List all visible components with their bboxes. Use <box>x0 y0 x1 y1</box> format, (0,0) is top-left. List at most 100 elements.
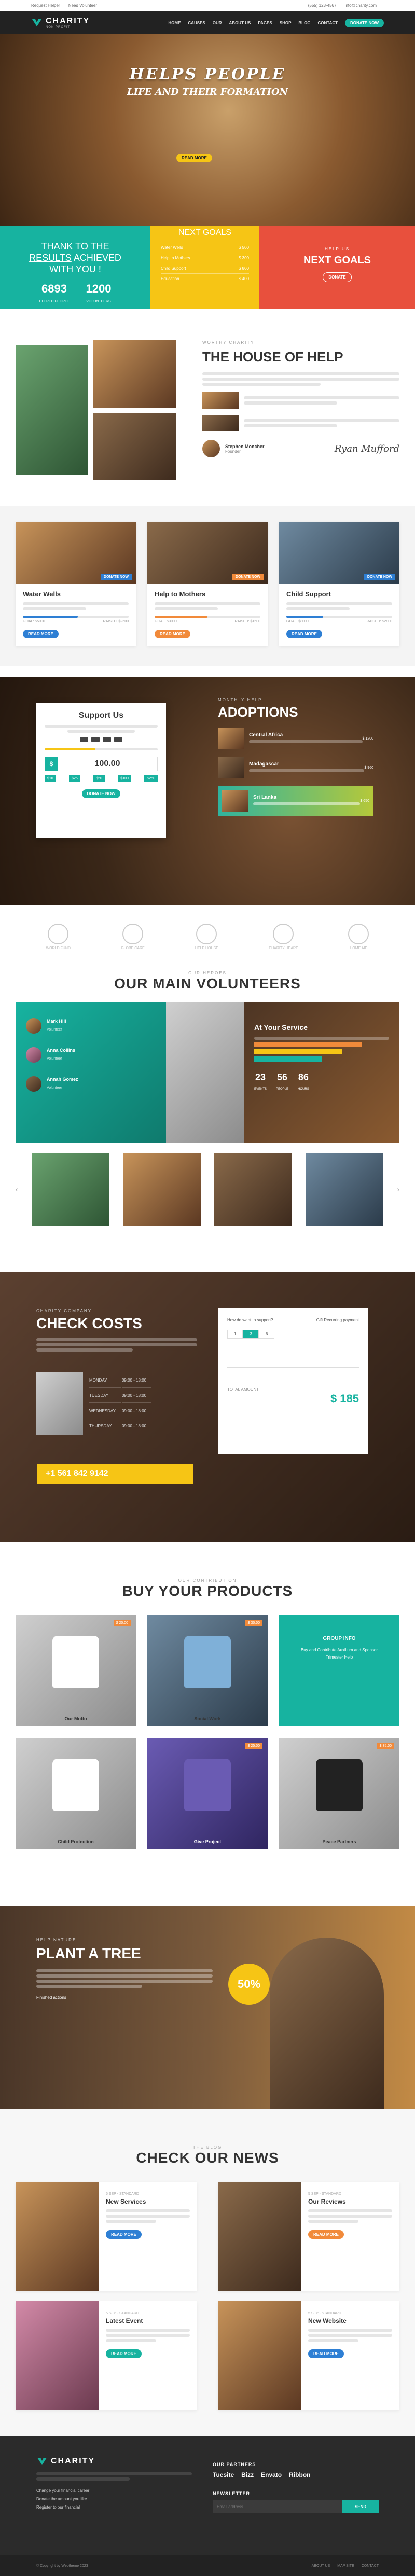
cause-card[interactable]: DONATE NOW Help to Mothers GOAL: $3000 RA… <box>147 522 268 646</box>
period-option[interactable]: 1 <box>227 1330 243 1339</box>
partner-logo[interactable]: WORLD FUND <box>46 924 71 950</box>
footer-link[interactable]: Change your financial career <box>36 2487 192 2495</box>
cause-tag[interactable]: DONATE NOW <box>364 574 395 580</box>
preset-amount[interactable]: $10 <box>45 775 56 782</box>
post-read-more-button[interactable]: READ MORE <box>308 2230 344 2239</box>
post-title[interactable]: Our Reviews <box>308 2198 392 2205</box>
product-card[interactable]: $ 30.00 Social Work <box>147 1615 268 1726</box>
partner-logo[interactable]: HOME AID <box>348 924 369 950</box>
product-label[interactable]: Social Work <box>147 1716 268 1721</box>
site-logo[interactable]: CHARITY NON PROFIT <box>31 17 90 29</box>
email-text[interactable]: info@charity.com <box>345 3 377 8</box>
footer-logo[interactable]: CHARITY <box>36 2457 192 2466</box>
cause-card[interactable]: DONATE NOW Water Wells GOAL: $5000 RAISED… <box>16 522 136 646</box>
help-donate-button[interactable]: DONATE <box>323 272 352 282</box>
footer-partner-logo[interactable]: Tuesite <box>213 2471 234 2478</box>
post-read-more-button[interactable]: READ MORE <box>106 2349 142 2358</box>
product-card[interactable]: $ 25.00 Give Project <box>147 1738 268 1849</box>
request-helper-link[interactable]: Request Helper <box>31 3 60 8</box>
preset-amount[interactable]: $250 <box>144 775 158 782</box>
goal-item[interactable]: Water Wells $ 500 <box>161 243 249 253</box>
partner-logo[interactable]: HELP HOUSE <box>195 924 218 950</box>
adoption-item[interactable]: Central Africa $ 1200 <box>218 728 374 749</box>
nav-blog[interactable]: BLOG <box>298 21 310 25</box>
newsletter-input[interactable] <box>213 2500 342 2513</box>
card-icon[interactable] <box>103 737 111 742</box>
cause-title[interactable]: Water Wells <box>23 590 129 598</box>
post-image[interactable] <box>218 2301 301 2410</box>
card-icon[interactable] <box>91 737 100 742</box>
preset-amount[interactable]: $25 <box>69 775 80 782</box>
product-label[interactable]: Give Project <box>147 1839 268 1844</box>
post-read-more-button[interactable]: READ MORE <box>106 2230 142 2239</box>
footer-partner-logo[interactable]: Bizz <box>241 2471 254 2478</box>
post-title[interactable]: New Services <box>106 2198 190 2205</box>
nav-about[interactable]: ABOUT US <box>229 21 251 25</box>
amount-value[interactable]: 100.00 <box>58 759 157 769</box>
phone-number[interactable]: +1 561 842 9142 <box>37 1464 193 1484</box>
news-post[interactable]: 5 SEP - STANDARD Our Reviews READ MORE <box>218 2182 399 2291</box>
nav-contact[interactable]: CONTACT <box>318 21 338 25</box>
bottom-link[interactable]: ABOUT US <box>312 2564 330 2568</box>
footer-link[interactable]: Donate the amount you like <box>36 2495 192 2503</box>
newsletter-send-button[interactable]: SEND <box>342 2500 379 2513</box>
carousel-image[interactable] <box>31 1153 109 1226</box>
footer-partner-logo[interactable]: Envato <box>261 2471 282 2478</box>
donate-now-button[interactable]: DONATE NOW <box>345 18 384 27</box>
product-label[interactable]: Our Motto <box>16 1716 136 1721</box>
cause-tag[interactable]: DONATE NOW <box>100 574 132 580</box>
carousel-image[interactable] <box>306 1153 384 1226</box>
post-title[interactable]: Latest Event <box>106 2317 190 2324</box>
cause-tag[interactable]: DONATE NOW <box>232 574 264 580</box>
news-post[interactable]: 5 SEP - STANDARD New Website READ MORE <box>218 2301 399 2410</box>
goal-item[interactable]: Child Support $ 800 <box>161 263 249 274</box>
calc-field[interactable] <box>227 1344 359 1353</box>
product-label[interactable]: Peace Partners <box>279 1839 399 1844</box>
carousel-image[interactable] <box>214 1153 293 1226</box>
post-title[interactable]: New Website <box>308 2317 392 2324</box>
period-option[interactable]: 3 <box>243 1330 259 1339</box>
nav-pages[interactable]: PAGES <box>258 21 272 25</box>
product-card[interactable]: $ 20.00 Our Motto <box>16 1615 136 1726</box>
bottom-link[interactable]: CONTACT <box>362 2564 379 2568</box>
volunteer-item[interactable]: Mark Hill Volunteer <box>26 1018 156 1034</box>
footer-partner-logo[interactable]: Ribbon <box>289 2471 310 2478</box>
volunteer-item[interactable]: Anna Collins Volunteer <box>26 1047 156 1063</box>
product-label[interactable]: Child Protection <box>16 1839 136 1844</box>
news-post[interactable]: 5 SEP - STANDARD New Services READ MORE <box>16 2182 197 2291</box>
goal-item[interactable]: Help to Mothers $ 300 <box>161 253 249 263</box>
card-icon[interactable] <box>80 737 88 742</box>
adoption-item[interactable]: Madagascar $ 960 <box>218 757 374 778</box>
cause-card[interactable]: DONATE NOW Child Support GOAL: $8000 RAIS… <box>279 522 399 646</box>
post-image[interactable] <box>218 2182 301 2291</box>
support-donate-button[interactable]: DONATE NOW <box>81 789 121 798</box>
product-card[interactable]: Child Protection <box>16 1738 136 1849</box>
post-image[interactable] <box>16 2301 99 2410</box>
preset-amount[interactable]: $100 <box>118 775 131 782</box>
nav-our[interactable]: OUR <box>213 21 222 25</box>
post-image[interactable] <box>16 2182 99 2291</box>
period-option[interactable]: 6 <box>258 1330 275 1339</box>
carousel-image[interactable] <box>122 1153 201 1226</box>
cause-title[interactable]: Help to Mothers <box>155 590 260 598</box>
partner-logo[interactable]: GLOBE CARE <box>121 924 145 950</box>
calc-field[interactable] <box>227 1358 359 1368</box>
product-card[interactable]: $ 35.00 Peace Partners <box>279 1738 399 1849</box>
cause-read-more-button[interactable]: READ MORE <box>155 630 190 638</box>
calc-field[interactable] <box>227 1373 359 1382</box>
nav-causes[interactable]: CAUSES <box>188 21 205 25</box>
news-post[interactable]: 5 SEP - STANDARD Latest Event READ MORE <box>16 2301 197 2410</box>
preset-amount[interactable]: $50 <box>93 775 105 782</box>
footer-link[interactable]: Register to our financial <box>36 2503 192 2512</box>
cause-read-more-button[interactable]: READ MORE <box>286 630 322 638</box>
chevron-left-icon[interactable]: ‹ <box>16 1185 18 1193</box>
nav-home[interactable]: HOME <box>168 21 181 25</box>
need-volunteer-link[interactable]: Need Volunteer <box>68 3 97 8</box>
post-read-more-button[interactable]: READ MORE <box>308 2349 344 2358</box>
hero-read-more-button[interactable]: READ MORE <box>176 154 212 162</box>
nav-shop[interactable]: SHOP <box>280 21 292 25</box>
amount-input[interactable]: $ 100.00 <box>45 757 158 771</box>
partner-logo[interactable]: CHARITY HEART <box>269 924 298 950</box>
cause-title[interactable]: Child Support <box>286 590 392 598</box>
cause-read-more-button[interactable]: READ MORE <box>23 630 59 638</box>
